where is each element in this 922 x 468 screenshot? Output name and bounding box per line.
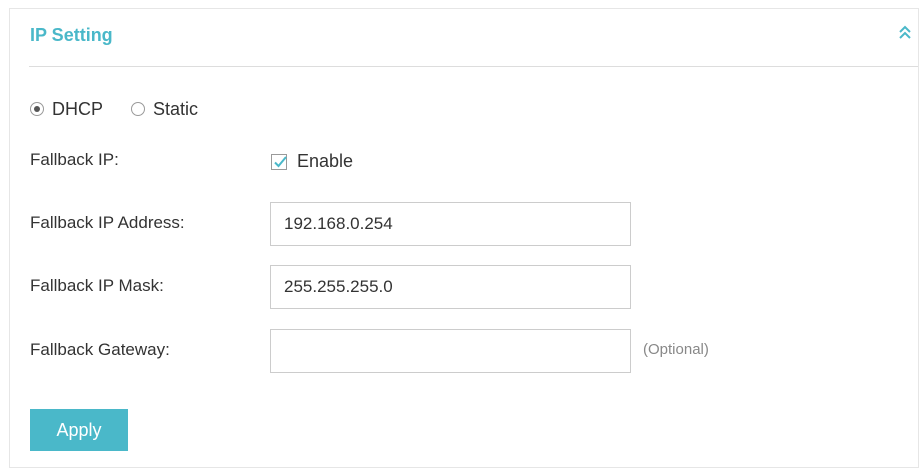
radio-dhcp[interactable]: DHCP xyxy=(30,99,103,120)
radio-static-circle[interactable] xyxy=(131,102,146,116)
enable-label: Enable xyxy=(297,151,354,171)
radio-static[interactable]: Static xyxy=(131,99,198,120)
fallback-gateway-label: Fallback Gateway: xyxy=(30,340,170,359)
apply-button[interactable]: Apply xyxy=(30,409,128,451)
fallback-ip-address-input[interactable] xyxy=(270,202,631,246)
panel-title: IP Setting xyxy=(30,25,113,45)
checkmark-icon xyxy=(274,155,287,167)
ip-mode-radio-group: DHCP Static xyxy=(30,98,226,120)
checkbox-box[interactable] xyxy=(271,153,287,170)
optional-hint: (Optional) xyxy=(643,341,709,358)
radio-dhcp-label: DHCP xyxy=(52,98,104,119)
double-chevron-up-icon[interactable] xyxy=(898,24,912,40)
ip-setting-panel: IP Setting DHCP Static Fallback IP: Enab… xyxy=(9,8,919,468)
panel-header: IP Setting xyxy=(10,9,918,67)
header-divider xyxy=(29,66,918,67)
fallback-ip-address-label: Fallback IP Address: xyxy=(30,213,185,232)
fallback-ip-label: Fallback IP: xyxy=(30,150,119,169)
radio-static-label: Static xyxy=(153,98,199,119)
fallback-gateway-input[interactable] xyxy=(270,329,631,373)
fallback-ip-enable-checkbox[interactable]: Enable xyxy=(271,151,353,172)
fallback-ip-mask-label: Fallback IP Mask: xyxy=(30,276,164,295)
radio-dhcp-circle[interactable] xyxy=(30,102,44,116)
fallback-ip-mask-input[interactable] xyxy=(270,265,631,309)
